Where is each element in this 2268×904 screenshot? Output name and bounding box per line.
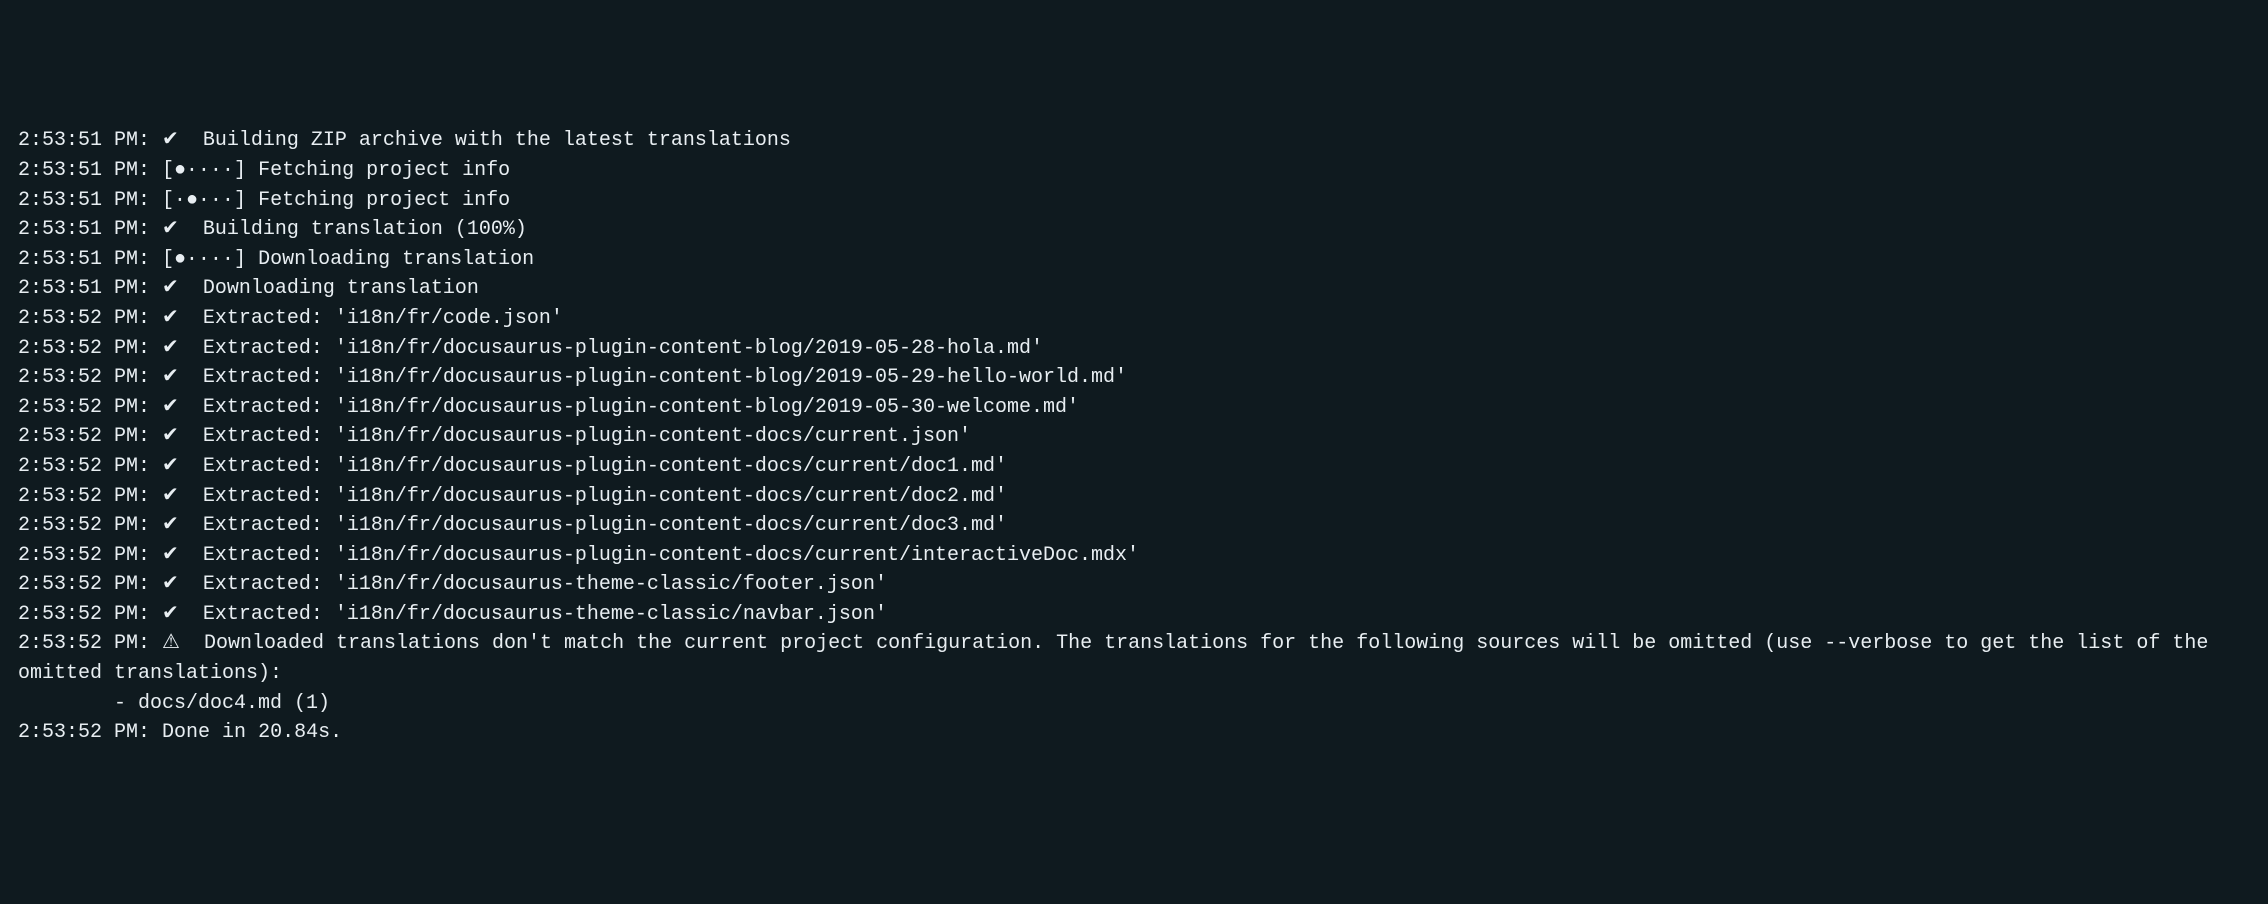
log-line: 2:53:51 PM: ✔ Building ZIP archive with … [18, 126, 2250, 156]
log-message: Fetching project info [258, 189, 510, 212]
log-timestamp: 2:53:52 PM: [18, 425, 150, 448]
check-icon: ✔ [162, 603, 179, 626]
log-timestamp: 2:53:52 PM: [18, 603, 150, 626]
log-line: 2:53:52 PM: ✔ Extracted: 'i18n/fr/docusa… [18, 570, 2250, 600]
log-line: 2:53:52 PM: ✔ Extracted: 'i18n/fr/docusa… [18, 482, 2250, 512]
spinner-icon: [●∙∙∙∙] [162, 159, 246, 182]
log-line: 2:53:51 PM: [●∙∙∙∙] Fetching project inf… [18, 156, 2250, 186]
log-line: 2:53:52 PM: ✔ Extracted: 'i18n/fr/docusa… [18, 452, 2250, 482]
log-line: 2:53:52 PM: Done in 20.84s. [18, 718, 2250, 748]
log-timestamp: 2:53:52 PM: [18, 337, 150, 360]
terminal-output: 2:53:51 PM: ✔ Building ZIP archive with … [18, 126, 2250, 747]
log-message: Extracted: 'i18n/fr/docusaurus-theme-cla… [191, 573, 887, 596]
log-line: 2:53:52 PM: ✔ Extracted: 'i18n/fr/code.j… [18, 304, 2250, 334]
log-message: Extracted: 'i18n/fr/docusaurus-plugin-co… [191, 544, 1139, 567]
log-line: 2:53:52 PM: ⚠ Downloaded translations do… [18, 629, 2250, 688]
log-timestamp: 2:53:52 PM: [18, 544, 150, 567]
log-timestamp: 2:53:51 PM: [18, 248, 150, 271]
log-timestamp: 2:53:51 PM: [18, 159, 150, 182]
log-message: Extracted: 'i18n/fr/code.json' [191, 307, 563, 330]
log-timestamp: 2:53:52 PM: [18, 307, 150, 330]
log-message: Extracted: 'i18n/fr/docusaurus-theme-cla… [191, 603, 887, 626]
log-timestamp: 2:53:51 PM: [18, 129, 150, 152]
log-timestamp: 2:53:52 PM: [18, 721, 150, 744]
check-icon: ✔ [162, 514, 179, 537]
log-timestamp: 2:53:51 PM: [18, 218, 150, 241]
log-message: Downloading translation [258, 248, 534, 271]
log-message: Extracted: 'i18n/fr/docusaurus-plugin-co… [191, 485, 1007, 508]
log-message: Extracted: 'i18n/fr/docusaurus-plugin-co… [191, 396, 1079, 419]
log-message: Downloaded translations don't match the … [18, 632, 2220, 685]
log-timestamp: 2:53:52 PM: [18, 396, 150, 419]
log-timestamp: 2:53:52 PM: [18, 455, 150, 478]
log-message: Downloading translation [191, 277, 479, 300]
log-timestamp: 2:53:51 PM: [18, 189, 150, 212]
log-message: Building translation (100%) [191, 218, 527, 241]
log-line: 2:53:51 PM: [●∙∙∙∙] Downloading translat… [18, 245, 2250, 275]
check-icon: ✔ [162, 573, 179, 596]
log-line: 2:53:52 PM: ✔ Extracted: 'i18n/fr/docusa… [18, 334, 2250, 364]
check-icon: ✔ [162, 366, 179, 389]
check-icon: ✔ [162, 485, 179, 508]
spinner-icon: [●∙∙∙∙] [162, 248, 246, 271]
check-icon: ✔ [162, 544, 179, 567]
spinner-icon: [∙●∙∙∙] [162, 189, 246, 212]
log-message: Extracted: 'i18n/fr/docusaurus-plugin-co… [191, 514, 1007, 537]
log-line: 2:53:51 PM: ✔ Building translation (100%… [18, 215, 2250, 245]
log-timestamp: 2:53:52 PM: [18, 632, 150, 655]
log-line: 2:53:52 PM: ✔ Extracted: 'i18n/fr/docusa… [18, 363, 2250, 393]
log-line: 2:53:52 PM: ✔ Extracted: 'i18n/fr/docusa… [18, 393, 2250, 423]
log-line: - docs/doc4.md (1) [18, 689, 2250, 719]
log-message: Fetching project info [258, 159, 510, 182]
check-icon: ✔ [162, 337, 179, 360]
log-message: Extracted: 'i18n/fr/docusaurus-plugin-co… [191, 455, 1007, 478]
log-timestamp: 2:53:52 PM: [18, 366, 150, 389]
log-message: Extracted: 'i18n/fr/docusaurus-plugin-co… [191, 425, 971, 448]
log-line: 2:53:52 PM: ✔ Extracted: 'i18n/fr/docusa… [18, 511, 2250, 541]
log-timestamp: 2:53:52 PM: [18, 514, 150, 537]
log-line: 2:53:52 PM: ✔ Extracted: 'i18n/fr/docusa… [18, 422, 2250, 452]
check-icon: ✔ [162, 396, 179, 419]
check-icon: ✔ [162, 455, 179, 478]
log-timestamp: 2:53:52 PM: [18, 573, 150, 596]
check-icon: ✔ [162, 277, 179, 300]
log-line: 2:53:51 PM: ✔ Downloading translation [18, 274, 2250, 304]
check-icon: ✔ [162, 218, 179, 241]
check-icon: ✔ [162, 129, 179, 152]
log-message: Extracted: 'i18n/fr/docusaurus-plugin-co… [191, 337, 1043, 360]
log-timestamp: 2:53:52 PM: [18, 485, 150, 508]
log-message: Extracted: 'i18n/fr/docusaurus-plugin-co… [191, 366, 1127, 389]
check-icon: ✔ [162, 307, 179, 330]
log-timestamp: 2:53:51 PM: [18, 277, 150, 300]
log-message: Done in 20.84s. [162, 721, 342, 744]
log-message: - docs/doc4.md (1) [18, 692, 330, 715]
log-line: 2:53:52 PM: ✔ Extracted: 'i18n/fr/docusa… [18, 541, 2250, 571]
log-message: Building ZIP archive with the latest tra… [191, 129, 791, 152]
log-line: 2:53:52 PM: ✔ Extracted: 'i18n/fr/docusa… [18, 600, 2250, 630]
warning-icon: ⚠ [162, 632, 180, 655]
check-icon: ✔ [162, 425, 179, 448]
log-line: 2:53:51 PM: [∙●∙∙∙] Fetching project inf… [18, 186, 2250, 216]
